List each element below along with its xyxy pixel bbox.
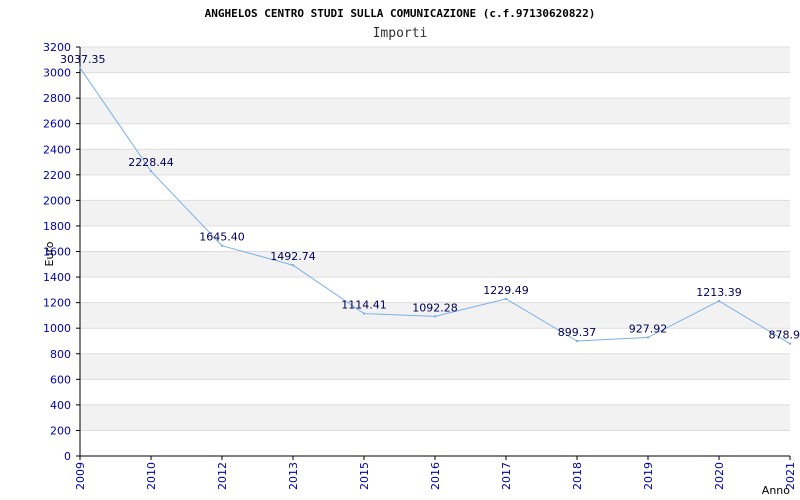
x-tick-label: 2017 (500, 462, 513, 490)
x-tick-label: 2019 (642, 462, 655, 490)
y-axis-label: Euro (43, 241, 56, 266)
y-tick-label: 2200 (43, 169, 71, 182)
x-tick-label: 2016 (429, 462, 442, 490)
data-point (149, 169, 153, 173)
x-axis-ticks: 2009 2010 2012 2013 2015 2016 2017 2018 2019 2020… (74, 456, 797, 490)
grid-band (80, 72, 790, 99)
grid-band (80, 123, 790, 150)
grid-band (80, 353, 790, 380)
data-label: 1213.39 (696, 286, 742, 299)
chart-subtitle: Importi (373, 26, 428, 41)
line-chart: ANGHELOS CENTRO STUDI SULLA COMUNICAZION… (43, 7, 800, 497)
x-tick-label: 2012 (216, 462, 229, 490)
data-label: 878.9 (769, 329, 800, 342)
y-tick-label: 2600 (43, 118, 71, 131)
data-point (717, 299, 721, 303)
data-label: 899.37 (558, 326, 597, 339)
data-label: 3037.35 (60, 53, 106, 66)
y-tick-label: 400 (50, 399, 71, 412)
grid-band (80, 98, 790, 124)
grid-band (80, 47, 790, 73)
y-tick-label: 2000 (43, 194, 71, 207)
grid-band (80, 404, 790, 431)
y-tick-label: 1200 (43, 297, 71, 310)
chart-title: ANGHELOS CENTRO STUDI SULLA COMUNICAZION… (205, 7, 596, 20)
y-tick-label: 600 (50, 373, 71, 386)
y-tick-label: 1000 (43, 322, 71, 335)
x-axis-label: Anno (762, 484, 790, 497)
data-point (788, 342, 792, 345)
grid-band (80, 379, 790, 405)
y-tick-label: 800 (50, 348, 71, 361)
y-tick-label: 0 (64, 450, 71, 463)
x-tick-label: 2018 (571, 462, 584, 490)
grid-band (80, 328, 790, 354)
data-point (575, 339, 579, 343)
data-label: 1092.28 (412, 301, 458, 314)
grid-band (80, 277, 790, 303)
data-point (362, 312, 366, 315)
x-tick-label: 2010 (145, 462, 158, 490)
data-label: 1645.40 (199, 231, 245, 244)
grid-band (80, 251, 790, 278)
data-point (433, 315, 437, 318)
data-label: 2228.44 (128, 156, 174, 169)
y-tick-label: 1800 (43, 220, 71, 233)
data-label: 927.92 (629, 322, 668, 335)
data-point (291, 264, 295, 267)
y-tick-label: 2400 (43, 143, 71, 156)
grid-band (80, 174, 790, 201)
x-tick-label: 2020 (713, 462, 726, 490)
plot-background (80, 46, 790, 457)
x-tick-label: 2015 (358, 462, 371, 490)
y-tick-label: 1400 (43, 271, 71, 284)
grid-band (80, 200, 790, 226)
x-tick-label: 2009 (74, 462, 87, 490)
data-label: 1492.74 (270, 250, 316, 263)
y-tick-label: 2800 (43, 92, 71, 105)
x-tick-label: 2013 (287, 462, 300, 490)
data-label: 1114.41 (341, 299, 387, 312)
data-label: 1229.49 (483, 284, 529, 297)
grid-band (80, 225, 790, 252)
data-point (220, 244, 224, 247)
y-tick-label: 200 (50, 424, 71, 437)
data-point (504, 297, 508, 301)
data-point (646, 336, 650, 339)
data-point (78, 66, 82, 69)
grid-band (80, 430, 790, 456)
grid-band (80, 149, 790, 175)
y-tick-label: 3000 (43, 67, 71, 80)
